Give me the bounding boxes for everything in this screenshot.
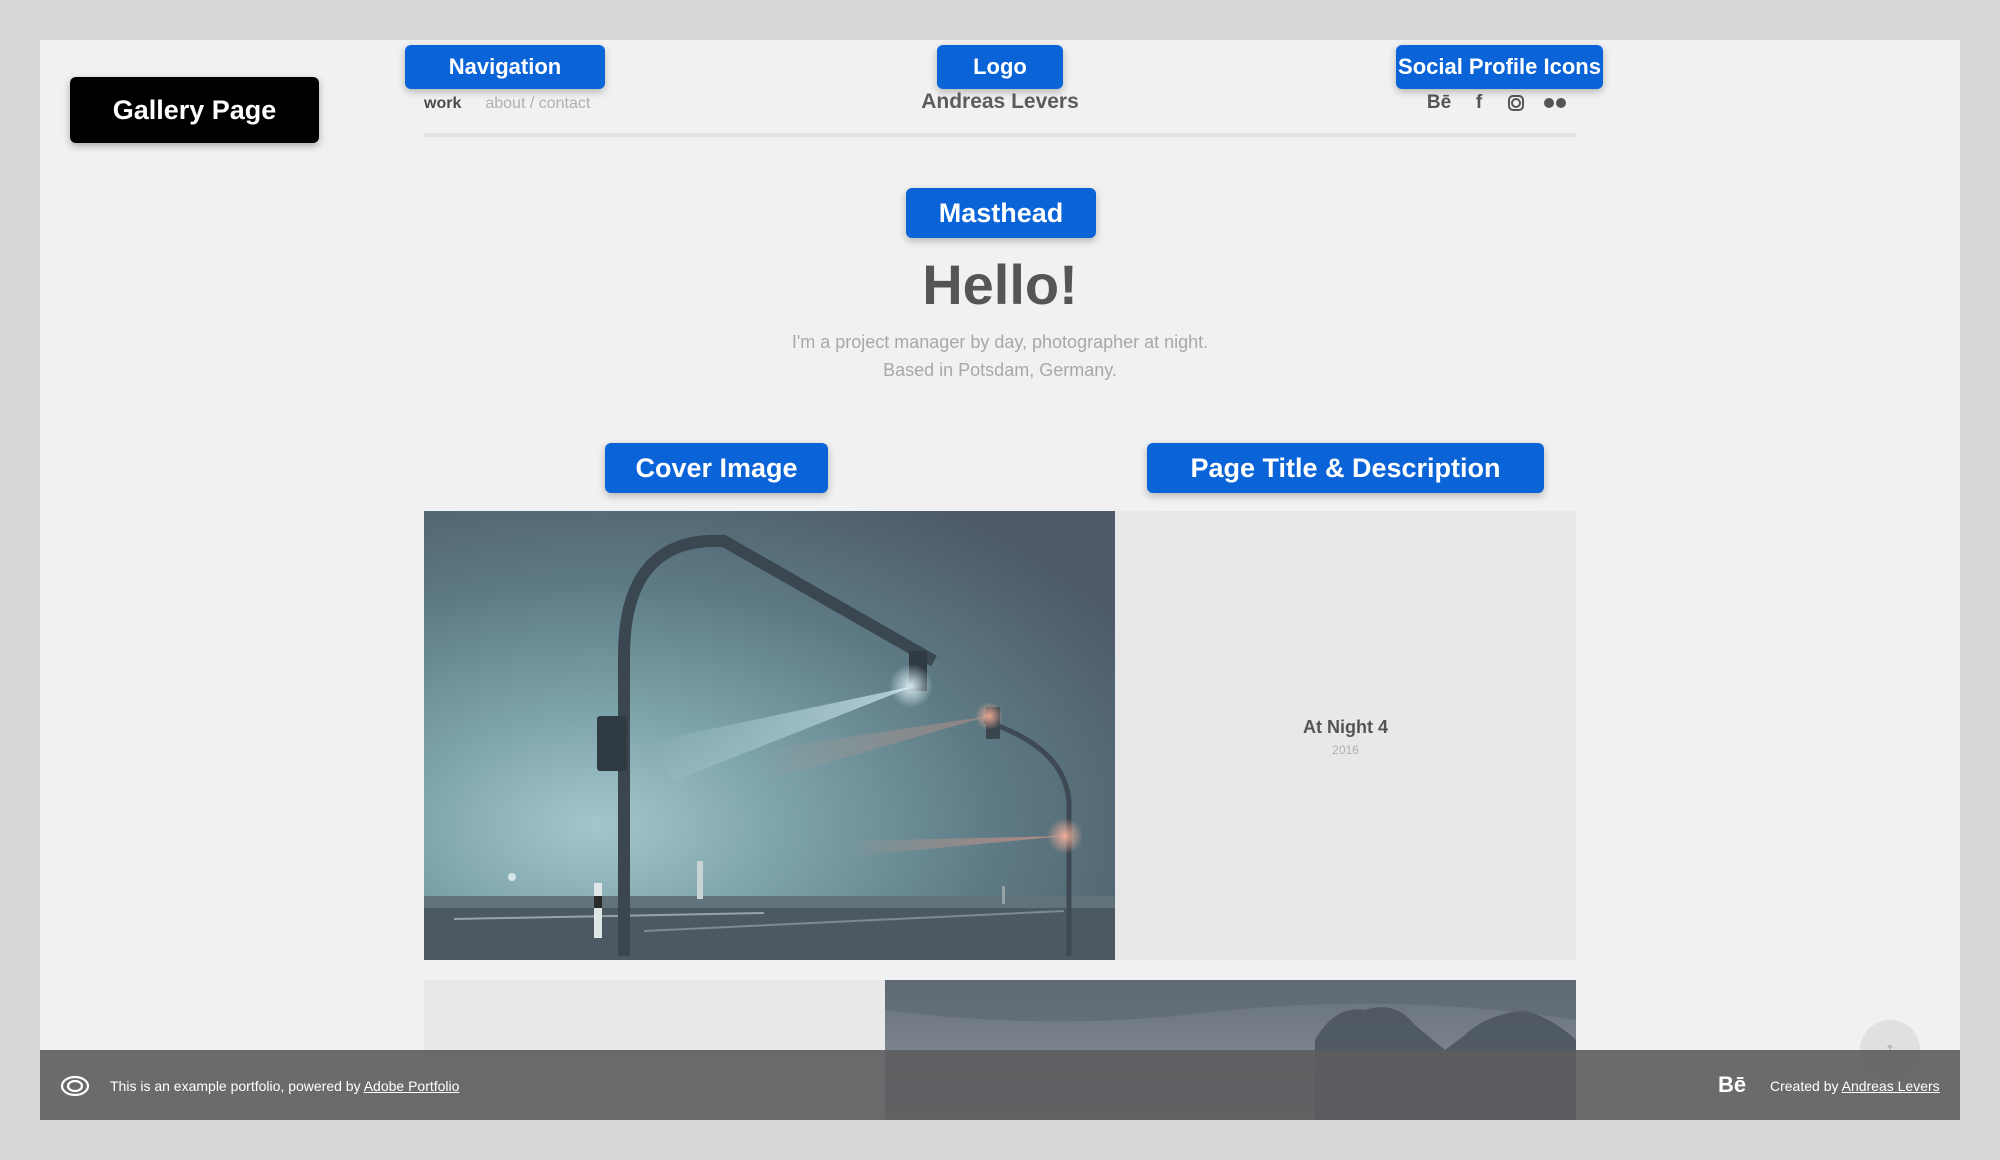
social-icons-annotation: Social Profile Icons [1396, 45, 1603, 89]
project-title[interactable]: At Night 4 [1115, 717, 1576, 738]
gallery-page-annotation: Gallery Page [70, 77, 319, 143]
project-year: 2016 [1332, 743, 1359, 757]
footer-credit-prefix: Created by [1770, 1078, 1842, 1094]
instagram-icon[interactable] [1508, 95, 1524, 111]
navigation-annotation: Navigation [405, 45, 605, 89]
adobe-portfolio-link[interactable]: Adobe Portfolio [364, 1078, 460, 1094]
masthead-line-2: Based in Potsdam, Germany. [883, 360, 1117, 380]
header-divider [424, 133, 1576, 137]
masthead-title: Hello! [922, 253, 1078, 316]
flickr-icon[interactable] [1542, 92, 1568, 114]
footer-credit: Created by Andreas Levers [1770, 1078, 1940, 1094]
masthead-line-1: I'm a project manager by day, photograph… [791, 332, 1209, 352]
masthead-description: I'm a project manager by day, photograph… [40, 328, 1960, 384]
cover-image-annotation: Cover Image [605, 443, 828, 493]
gallery-page: work about / contact Andreas Levers Bē f… [40, 40, 1960, 1120]
page-title-description[interactable]: At Night 4 2016 [1115, 511, 1576, 960]
behance-icon[interactable]: Bē [1427, 92, 1451, 114]
logo-annotation: Logo [937, 45, 1063, 89]
author-link[interactable]: Andreas Levers [1842, 1078, 1940, 1094]
foggy-traffic-light-photo [424, 534, 1115, 960]
footer-text-prefix: This is an example portfolio, powered by [110, 1078, 364, 1094]
footer-behance-icon[interactable]: Bē [1718, 1072, 1746, 1098]
creative-cloud-icon [60, 1075, 90, 1097]
footer-powered-by: This is an example portfolio, powered by… [110, 1078, 459, 1094]
page-title-annotation: Page Title & Description [1147, 443, 1544, 493]
facebook-icon[interactable]: f [1468, 92, 1490, 114]
footer-bar: This is an example portfolio, powered by… [40, 1050, 1960, 1120]
cover-image[interactable] [424, 511, 1115, 960]
social-profile-icons: Bē f [1427, 92, 1568, 114]
site-logo[interactable]: Andreas Levers [40, 90, 1960, 114]
masthead-annotation: Masthead [906, 188, 1096, 238]
